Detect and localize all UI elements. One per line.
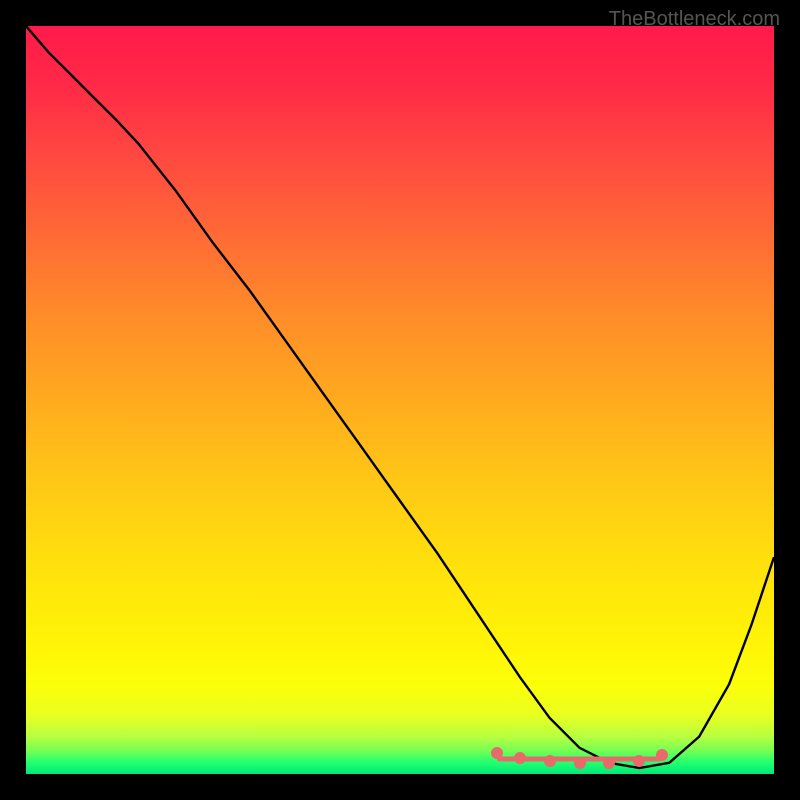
- marker-dot: [603, 757, 615, 769]
- watermark-label: TheBottleneck.com: [609, 8, 780, 31]
- chart-curve: [26, 26, 774, 774]
- marker-dot: [633, 755, 645, 767]
- chart-plot-area: [26, 26, 774, 774]
- marker-dot: [574, 757, 586, 769]
- marker-dot: [544, 755, 556, 767]
- marker-dot: [656, 749, 668, 761]
- marker-dot: [491, 747, 503, 759]
- marker-dot: [514, 752, 526, 764]
